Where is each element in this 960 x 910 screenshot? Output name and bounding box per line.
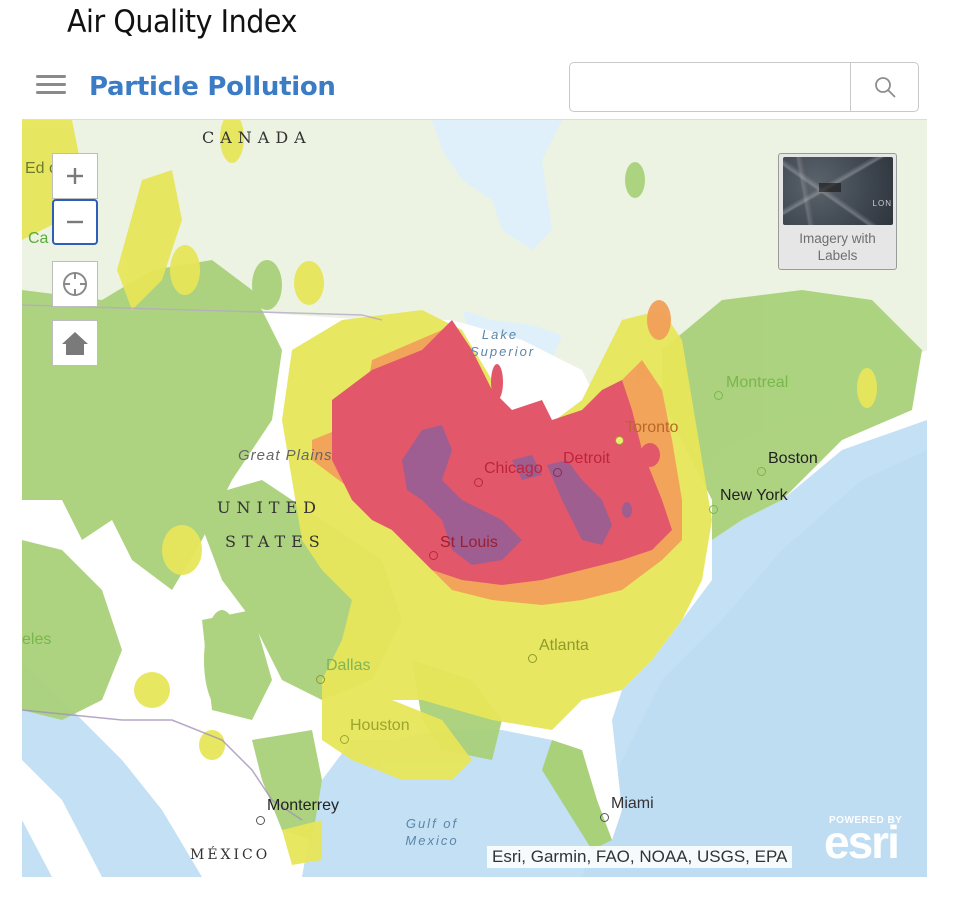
water-label-lake-superior: Lake Superior xyxy=(470,327,536,359)
city-label-dallas: Dallas xyxy=(326,657,371,674)
plus-icon xyxy=(67,168,83,184)
hamburger-menu-icon[interactable] xyxy=(36,75,68,99)
esri-brand: esri xyxy=(824,816,900,868)
city-marker-st-louis xyxy=(429,551,438,560)
country-label-mexico: MÉXICO xyxy=(190,847,271,863)
basemap-label: Imagery with Labels xyxy=(799,231,876,263)
search-icon xyxy=(874,77,896,98)
water-label-gulf-of-mexico: Gulf of Mexico xyxy=(405,816,459,848)
city-marker-houston xyxy=(340,735,349,744)
city-label-calgary: Ca xyxy=(28,230,49,247)
country-label-united: UNITED xyxy=(217,498,322,517)
city-marker-montreal xyxy=(714,391,723,400)
esri-logo[interactable]: POWERED BY esri xyxy=(824,815,919,865)
thumbnail-edge-label: LON xyxy=(872,199,892,208)
home-icon xyxy=(62,332,88,355)
locate-button[interactable] xyxy=(52,261,98,307)
city-marker-new-york xyxy=(709,505,718,514)
map-view[interactable]: CANADA UNITED STATES MÉXICO Lake Superior… xyxy=(22,120,927,877)
city-marker-toronto xyxy=(615,436,624,445)
city-marker-dallas xyxy=(316,675,325,684)
city-label-chicago: Chicago xyxy=(484,460,543,477)
city-marker-monterrey xyxy=(256,816,265,825)
city-label-boston: Boston xyxy=(768,450,818,467)
city-label-houston: Houston xyxy=(350,717,410,734)
city-label-los-angeles: eles xyxy=(22,631,52,648)
app-header: Particle Pollution xyxy=(22,58,927,120)
city-label-new-york: New York xyxy=(720,487,788,504)
search-input[interactable] xyxy=(570,63,851,111)
city-label-toronto: Toronto xyxy=(625,419,679,436)
map-attribution[interactable]: Esri, Garmin, FAO, NOAA, USGS, EPA xyxy=(487,846,793,868)
region-label-great-plains: Great Plains xyxy=(238,447,333,464)
city-marker-miami xyxy=(600,813,609,822)
city-label-st-louis: St Louis xyxy=(440,534,498,551)
city-marker-boston xyxy=(757,467,766,476)
basemap-thumbnail: LON xyxy=(783,157,893,225)
app-title: Particle Pollution xyxy=(89,72,336,102)
city-label-montreal: Montreal xyxy=(726,374,789,391)
country-label-states: STATES xyxy=(225,532,326,551)
city-label-monterrey: Monterrey xyxy=(267,797,340,814)
city-marker-detroit xyxy=(553,468,562,477)
search-button[interactable] xyxy=(850,63,918,111)
minus-icon xyxy=(67,220,83,224)
zoom-in-button[interactable] xyxy=(52,153,98,199)
basemap-toggle[interactable]: LON Imagery with Labels xyxy=(778,153,897,270)
zoom-out-button[interactable] xyxy=(52,199,98,245)
city-label-atlanta: Atlanta xyxy=(539,637,589,654)
country-label-canada: CANADA xyxy=(202,128,312,147)
city-marker-atlanta xyxy=(528,654,537,663)
city-label-miami: Miami xyxy=(611,795,654,812)
crosshair-icon xyxy=(63,272,87,296)
city-label-detroit: Detroit xyxy=(563,450,611,467)
search-box xyxy=(569,62,919,112)
home-button[interactable] xyxy=(52,320,98,366)
thumbnail-street-label xyxy=(819,183,841,192)
page-title: Air Quality Index xyxy=(67,4,297,40)
city-marker-chicago xyxy=(474,478,483,487)
